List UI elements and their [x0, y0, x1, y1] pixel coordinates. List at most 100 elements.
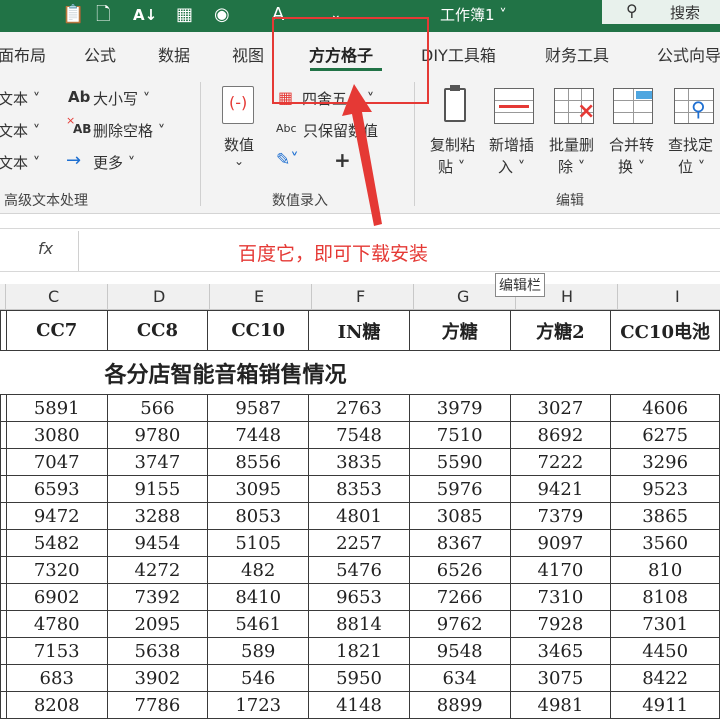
table-cell[interactable]: 3979	[408, 394, 511, 422]
table-cell[interactable]: 810	[610, 556, 720, 584]
column-header-e[interactable]: E	[254, 287, 264, 306]
table-cell[interactable]: 8353	[308, 475, 410, 503]
table-cell[interactable]: 9653	[308, 583, 410, 611]
table-cell[interactable]: 9472	[5, 502, 108, 530]
table-cell[interactable]: 4450	[610, 637, 720, 665]
table-cell[interactable]: 9780	[106, 421, 209, 449]
table-icon[interactable]: ▦	[176, 4, 193, 26]
case-button[interactable]: 大小写 ˅	[93, 88, 150, 109]
table-cell[interactable]: 4981	[509, 691, 612, 719]
formula-input[interactable]: 百度它，即可下载安装	[238, 239, 428, 266]
table-cell[interactable]: 7266	[408, 583, 511, 611]
table-cell[interactable]: 7786	[106, 691, 209, 719]
table-cell[interactable]: 2763	[308, 394, 410, 422]
more-button[interactable]: 更多 ˅	[93, 152, 135, 173]
column-header-d[interactable]: D	[153, 287, 165, 306]
table-cell[interactable]: 3560	[610, 529, 720, 557]
table-cell[interactable]: 4170	[509, 556, 612, 584]
table-cell[interactable]: 482	[207, 556, 310, 584]
table-cell[interactable]: 8053	[207, 502, 310, 530]
table-cell[interactable]: 5891	[5, 394, 108, 422]
edit-icon[interactable]: ✎˅	[276, 150, 299, 170]
search-box[interactable]: ⚲ 搜索	[602, 0, 720, 24]
table-cell[interactable]: 7928	[509, 610, 612, 638]
table-cell[interactable]: 3865	[610, 502, 720, 530]
table-cell[interactable]: 5638	[106, 637, 209, 665]
table-cell[interactable]: 1723	[207, 691, 310, 719]
table-cell[interactable]: 8208	[5, 691, 108, 719]
header-cell[interactable]: CC8	[106, 310, 209, 351]
tab-finance-tools[interactable]: 财务工具	[545, 42, 609, 66]
table-cell[interactable]: 2095	[106, 610, 209, 638]
insert-button[interactable]: 新增插	[489, 134, 534, 155]
column-header-h[interactable]: H	[561, 287, 573, 306]
numeric-button[interactable]: 数值	[224, 134, 254, 155]
sort-icon[interactable]: A↓	[133, 4, 157, 26]
header-cell[interactable]: 方糖2	[509, 310, 612, 351]
camera-icon[interactable]: ◉	[214, 4, 230, 26]
table-cell[interactable]: 4911	[610, 691, 720, 719]
paste-button[interactable]: 复制粘	[430, 134, 475, 155]
text-menu-2[interactable]: 文本 ˅	[0, 120, 40, 141]
tab-page-layout[interactable]: 面布局	[0, 42, 46, 66]
table-cell[interactable]: 3288	[106, 502, 209, 530]
table-cell[interactable]: 6902	[5, 583, 108, 611]
sheet-title[interactable]: 各分店智能音箱销售情况	[1, 351, 720, 395]
fx-icon[interactable]: fx	[38, 239, 53, 258]
table-cell[interactable]: 5976	[408, 475, 511, 503]
merge-convert-button[interactable]: 合并转	[609, 134, 654, 155]
table-cell[interactable]: 2257	[308, 529, 410, 557]
table-cell[interactable]: 5105	[207, 529, 310, 557]
table-cell[interactable]: 7047	[5, 448, 108, 476]
table-cell[interactable]: 634	[408, 664, 511, 692]
table-cell[interactable]: 8692	[509, 421, 612, 449]
column-header-f[interactable]: F	[356, 287, 365, 306]
table-cell[interactable]: 9523	[610, 475, 720, 503]
table-cell[interactable]: 8410	[207, 583, 310, 611]
table-cell[interactable]: 6526	[408, 556, 511, 584]
header-cell[interactable]: CC10电池	[610, 310, 720, 351]
table-cell[interactable]: 683	[5, 664, 108, 692]
delete-space-button[interactable]: 删除空格 ˅	[93, 120, 165, 141]
table-cell[interactable]: 5461	[207, 610, 310, 638]
find-locate-button-sub[interactable]: 位 ˅	[678, 156, 705, 177]
table-cell[interactable]: 9155	[106, 475, 209, 503]
table-cell[interactable]: 3835	[308, 448, 410, 476]
table-cell[interactable]: 3296	[610, 448, 720, 476]
table-cell[interactable]: 9762	[408, 610, 511, 638]
table-cell[interactable]: 7448	[207, 421, 310, 449]
table-cell[interactable]: 9548	[408, 637, 511, 665]
table-cell[interactable]: 8814	[308, 610, 410, 638]
table-cell[interactable]: 7153	[5, 637, 108, 665]
table-cell[interactable]: 7301	[610, 610, 720, 638]
table-cell[interactable]: 3095	[207, 475, 310, 503]
table-cell[interactable]: 8899	[408, 691, 511, 719]
merge-convert-button-sub[interactable]: 换 ˅	[618, 156, 645, 177]
table-cell[interactable]: 8108	[610, 583, 720, 611]
column-header-g[interactable]: G	[457, 287, 469, 306]
table-cell[interactable]: 3085	[408, 502, 511, 530]
table-cell[interactable]: 7320	[5, 556, 108, 584]
table-cell[interactable]: 8556	[207, 448, 310, 476]
table-cell[interactable]: 9454	[106, 529, 209, 557]
table-cell[interactable]: 1821	[308, 637, 410, 665]
table-cell[interactable]: 9587	[207, 394, 310, 422]
table-cell[interactable]: 546	[207, 664, 310, 692]
table-cell[interactable]: 566	[106, 394, 209, 422]
batch-delete-button[interactable]: 批量删	[549, 134, 594, 155]
table-cell[interactable]: 3465	[509, 637, 612, 665]
table-cell[interactable]: 9097	[509, 529, 612, 557]
table-cell[interactable]: 7392	[106, 583, 209, 611]
table-cell[interactable]: 4606	[610, 394, 720, 422]
table-cell[interactable]: 589	[207, 637, 310, 665]
paste-button-sub[interactable]: 贴 ˅	[438, 156, 465, 177]
table-cell[interactable]: 6275	[610, 421, 720, 449]
table-cell[interactable]: 4148	[308, 691, 410, 719]
table-cell[interactable]: 8367	[408, 529, 511, 557]
column-header-i[interactable]: I	[675, 287, 680, 306]
table-cell[interactable]: 9421	[509, 475, 612, 503]
table-cell[interactable]: 7548	[308, 421, 410, 449]
table-cell[interactable]: 5950	[308, 664, 410, 692]
clipboard-icon[interactable]: 📋	[62, 4, 84, 26]
batch-delete-button-sub[interactable]: 除 ˅	[558, 156, 585, 177]
